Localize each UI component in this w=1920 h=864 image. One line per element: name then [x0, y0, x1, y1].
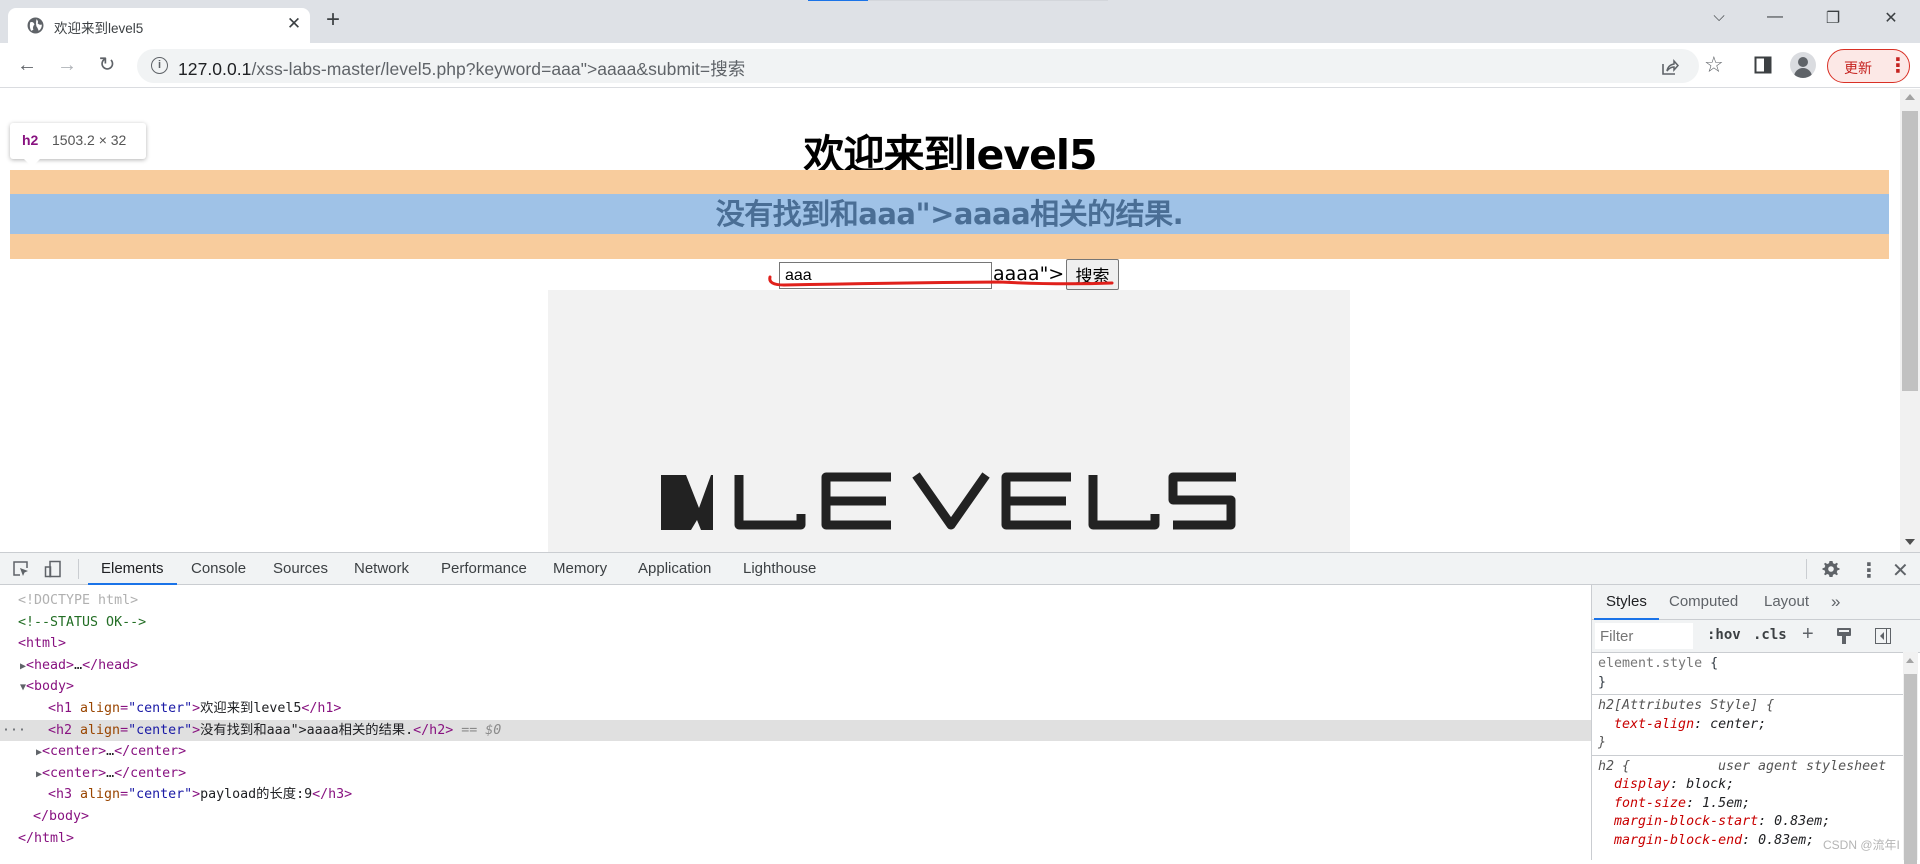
devtools-tab-memory[interactable]: Memory — [553, 553, 607, 585]
dom-node-h1[interactable]: <h1 align="center">欢迎来到level5</h1> — [0, 698, 1591, 720]
page-load-progress — [808, 0, 868, 1]
devtools-toolbar: Elements Console Sources Network Perform… — [0, 552, 1920, 585]
styles-filter-input[interactable] — [1595, 623, 1693, 649]
url-host: 127.0.0.1 — [178, 59, 252, 79]
devtools-tab-sources[interactable]: Sources — [273, 553, 328, 585]
paint-brush-icon[interactable] — [1836, 627, 1852, 645]
forward-button[interactable]: → — [53, 52, 81, 80]
devtools-tab-console[interactable]: Console — [191, 553, 246, 585]
styles-tab-styles[interactable]: Styles — [1594, 585, 1659, 620]
search-form: aaaa"> 搜索 — [0, 259, 1900, 293]
styles-tab-bar: Styles Computed Layout » — [1592, 585, 1920, 620]
more-tabs-icon[interactable]: » — [1831, 585, 1840, 620]
injected-text: aaaa"> — [993, 263, 1065, 285]
toolbar-divider — [78, 559, 79, 579]
rule-attributes-style[interactable]: h2[Attributes Style] { text-align: cente… — [1592, 695, 1904, 756]
new-style-rule-icon[interactable]: + — [1802, 623, 1814, 646]
bookmark-star-icon[interactable]: ☆ — [1704, 52, 1724, 78]
dom-node-head[interactable]: ▶<head>…</head> — [0, 655, 1591, 677]
level5-logo-image — [548, 290, 1350, 552]
watermark: CSDN @流年I — [1823, 838, 1900, 852]
dom-node-html[interactable]: <html> — [0, 633, 1591, 655]
globe-icon — [27, 17, 44, 34]
restore-button[interactable]: ❐ — [1818, 8, 1848, 28]
scroll-up-arrow-icon[interactable] — [1905, 94, 1915, 100]
update-label: 更新 — [1844, 60, 1872, 76]
window-close-button[interactable]: ✕ — [1876, 8, 1906, 28]
dom-node-doctype[interactable]: <!DOCTYPE html> — [0, 590, 1591, 612]
minimize-button[interactable]: — — [1760, 8, 1790, 26]
dom-node-comment[interactable]: <!--STATUS OK--> — [0, 612, 1591, 634]
device-toolbar-icon[interactable] — [44, 560, 62, 578]
rule-element-style[interactable]: element.style { } — [1592, 653, 1904, 695]
scrollbar-thumb[interactable] — [1902, 111, 1918, 391]
rule-source: user agent stylesheet — [1718, 758, 1887, 774]
url-text[interactable]: 127.0.0.1/xss-labs-master/level5.php?key… — [178, 56, 745, 81]
tab-title: 欢迎来到level5 — [54, 21, 144, 36]
class-toggle[interactable]: .cls — [1753, 627, 1787, 643]
page-scrollbar[interactable] — [1900, 89, 1920, 552]
scrollbar-thumb[interactable] — [1904, 674, 1917, 864]
node-actions-icon[interactable]: ··· — [0, 720, 48, 742]
site-info-icon[interactable]: i — [151, 57, 168, 74]
tab-close-icon[interactable]: ✕ — [284, 14, 304, 34]
reload-button[interactable]: ↻ — [93, 52, 121, 80]
devtools-tab-network[interactable]: Network — [354, 553, 409, 585]
inspect-tooltip: h2 1503.2 × 32 — [10, 123, 146, 167]
update-button[interactable]: 更新 ⋮ — [1827, 49, 1910, 83]
address-bar[interactable]: i 127.0.0.1/xss-labs-master/level5.php?k… — [137, 49, 1724, 83]
devtools-tab-lighthouse[interactable]: Lighthouse — [743, 553, 816, 585]
devtools-tab-application[interactable]: Application — [638, 553, 711, 585]
page-load-progress-track — [868, 0, 1108, 1]
scroll-down-arrow-icon[interactable] — [1905, 539, 1915, 545]
elements-dom-tree: <!DOCTYPE html> <!--STATUS OK--> <html> … — [0, 585, 1591, 860]
tooltip-dimensions: 1503.2 × 32 — [52, 132, 127, 148]
browser-tab-strip: 欢迎来到level5 ✕ + ⌵ — ❐ ✕ — [0, 0, 1920, 43]
new-tab-button[interactable]: + — [326, 6, 340, 34]
url-path: /xss-labs-master/level5.php?keyword=aaa"… — [251, 59, 746, 79]
chrome-menu-icon[interactable]: ⋮ — [1888, 53, 1908, 79]
devtools-more-icon[interactable]: ⋮ — [1859, 558, 1879, 583]
search-button[interactable]: 搜索 — [1066, 259, 1119, 290]
scroll-up-arrow-icon[interactable] — [1906, 658, 1914, 663]
tooltip-tag: h2 — [22, 132, 39, 148]
dom-node-html-close[interactable]: </html> — [0, 828, 1591, 850]
profile-avatar-icon[interactable] — [1790, 52, 1816, 78]
dom-node-body-close[interactable]: </body> — [0, 806, 1591, 828]
settings-gear-icon[interactable] — [1822, 560, 1840, 578]
styles-scrollbar[interactable] — [1903, 652, 1918, 864]
back-button[interactable]: ← — [13, 52, 41, 80]
styles-sidebar: Styles Computed Layout » :hov .cls + ele… — [1591, 585, 1920, 860]
keyword-input[interactable] — [779, 262, 992, 289]
dom-node-h2-selected[interactable]: ··· <h2 align="center">没有找到和aaa">aaaa相关的结… — [0, 719, 1591, 742]
inspect-element-icon[interactable] — [12, 560, 30, 578]
hover-state-toggle[interactable]: :hov — [1707, 627, 1741, 643]
dom-node-center[interactable]: ▶<center>…</center> — [0, 741, 1591, 763]
devtools-close-icon[interactable]: ✕ — [1892, 558, 1909, 583]
styles-tab-layout[interactable]: Layout — [1764, 585, 1809, 620]
dom-node-center[interactable]: ▶<center>…</center> — [0, 763, 1591, 785]
browser-toolbar: ← → ↻ i 127.0.0.1/xss-labs-master/level5… — [0, 43, 1920, 88]
page-viewport: 欢迎来到level5 没有找到和aaa">aaaa相关的结果. h2 1503.… — [0, 89, 1900, 552]
dom-node-body[interactable]: ▼<body> — [0, 676, 1591, 698]
devtools-tab-performance[interactable]: Performance — [441, 553, 527, 585]
styles-tab-computed[interactable]: Computed — [1669, 585, 1738, 620]
devtools-tab-elements[interactable]: Elements — [88, 553, 177, 585]
styles-rules: element.style { } h2[Attributes Style] {… — [1592, 653, 1904, 860]
toggle-sidebar-icon[interactable] — [1875, 628, 1891, 644]
browser-tab-active[interactable]: 欢迎来到level5 ✕ — [8, 8, 310, 43]
dom-node-h3[interactable]: <h3 align="center">payload的长度:9</h3> — [0, 784, 1591, 806]
result-message: 没有找到和aaa">aaaa相关的结果. — [715, 197, 1184, 231]
side-panel-icon[interactable] — [1754, 56, 1772, 74]
styles-filter-row: :hov .cls + — [1592, 620, 1920, 653]
level5-logo — [661, 472, 1236, 530]
toolbar-divider — [1806, 559, 1807, 579]
share-icon[interactable] — [1661, 58, 1679, 76]
tab-search-icon[interactable]: ⌵ — [1704, 8, 1734, 25]
